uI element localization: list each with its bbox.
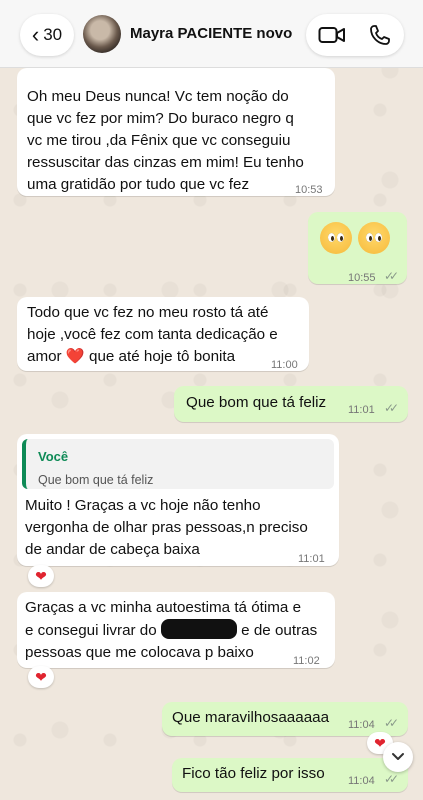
message-incoming[interactable]: Oh meu Deus nunca! Vc tem noção do que v… bbox=[17, 68, 335, 196]
message-fragment: e consegui livrar do bbox=[25, 622, 157, 639]
message-outgoing[interactable]: 10:55 ✓✓ bbox=[308, 212, 407, 284]
message-outgoing[interactable]: Fico tão feliz por isso 11:04 ✓✓ bbox=[172, 758, 408, 792]
message-time: 11:01 bbox=[348, 404, 375, 416]
message-time: 11:04 bbox=[348, 775, 375, 787]
message-line: Graças a vc minha autoestima tá ótima e bbox=[25, 599, 302, 616]
message-incoming[interactable]: Graças a vc minha autoestima tá ótima e … bbox=[17, 592, 335, 668]
chevron-down-icon bbox=[392, 753, 404, 760]
message-line: Oh meu Deus nunca! Vc tem noção do bbox=[27, 88, 289, 105]
message-time: 10:53 bbox=[295, 184, 323, 196]
pleading-face-tear-icon bbox=[358, 222, 390, 254]
message-line: vc me tirou ,da Fênix que vc conseguiu bbox=[27, 132, 291, 149]
read-receipt-icon: ✓✓ bbox=[384, 401, 399, 415]
avatar[interactable] bbox=[83, 15, 121, 53]
message-line: ressuscitar das cinzas em mim! Eu tenho bbox=[27, 154, 304, 171]
quote-author: Você bbox=[38, 449, 69, 464]
heart-reaction[interactable]: ❤ bbox=[28, 666, 54, 688]
message-line: Muito ! Graças a vc hoje não tenho bbox=[25, 497, 261, 514]
message-outgoing[interactable]: Que maravilhosaaaaaa 11:04 ✓✓ bbox=[162, 702, 408, 736]
heart-reaction[interactable]: ❤ bbox=[28, 565, 54, 587]
redacted-block bbox=[160, 619, 237, 639]
back-button[interactable]: ‹ 30 bbox=[20, 14, 74, 56]
message-line: que vc fez por mim? Do buraco negro q bbox=[27, 110, 294, 127]
message-fragment: amor bbox=[27, 348, 62, 365]
message-line: pessoas que me colocava p baixo bbox=[25, 644, 254, 661]
call-actions bbox=[306, 14, 404, 56]
message-line: amor ❤️ que até hoje tô bonita bbox=[27, 346, 278, 368]
quoted-message[interactable]: Você Que bom que tá feliz bbox=[22, 439, 334, 489]
message-line: e consegui livrar do e de outras bbox=[25, 619, 317, 642]
message-time: 10:55 bbox=[348, 272, 376, 284]
contact-name[interactable]: Mayra PACIENTE novo bbox=[130, 25, 292, 42]
message-line: Todo que vc fez no meu rosto tá até bbox=[27, 304, 269, 321]
phone-call-icon[interactable] bbox=[368, 23, 392, 47]
video-call-icon[interactable] bbox=[318, 23, 346, 47]
message-incoming[interactable]: Todo que vc fez no meu rosto tá até hoje… bbox=[17, 297, 309, 371]
message-text: Que bom que tá feliz bbox=[186, 394, 327, 411]
message-fragment: que até hoje tô bonita bbox=[89, 348, 236, 365]
chat-header: ‹ 30 Mayra PACIENTE novo bbox=[0, 0, 423, 68]
message-time: 11:00 bbox=[271, 359, 298, 371]
message-text: Todo que vc fez no meu rosto tá até hoje… bbox=[27, 302, 278, 368]
chevron-left-icon: ‹ bbox=[31, 22, 40, 47]
scroll-to-bottom-button[interactable] bbox=[383, 742, 413, 772]
read-receipt-icon: ✓✓ bbox=[384, 269, 399, 283]
quote-text: Que bom que tá feliz bbox=[38, 473, 154, 487]
message-text: Graças a vc minha autoestima tá ótima e … bbox=[25, 597, 317, 664]
message-incoming[interactable]: Você Que bom que tá feliz Muito ! Graças… bbox=[17, 434, 339, 566]
message-line: hoje ,você fez com tanta dedicação e bbox=[27, 326, 278, 343]
message-text: Muito ! Graças a vc hoje não tenho vergo… bbox=[25, 495, 308, 561]
message-line: uma gratidão por tudo que vc fez bbox=[27, 176, 250, 193]
message-line: vergonha de olhar pras pessoas,n preciso bbox=[25, 519, 308, 536]
message-text: Que maravilhosaaaaaa bbox=[172, 709, 330, 726]
message-time: 11:02 bbox=[293, 655, 320, 667]
emoji-row bbox=[320, 222, 396, 254]
unread-count: 30 bbox=[43, 25, 63, 44]
read-receipt-icon: ✓✓ bbox=[384, 716, 399, 730]
message-time: 11:01 bbox=[298, 553, 325, 565]
message-line: de andar de cabeça baixa bbox=[25, 541, 200, 558]
pleading-face-icon bbox=[320, 222, 352, 254]
message-outgoing[interactable]: Que bom que tá feliz 11:01 ✓✓ bbox=[174, 386, 408, 422]
message-text: Oh meu Deus nunca! Vc tem noção do que v… bbox=[27, 86, 304, 196]
message-time: 11:04 bbox=[348, 719, 375, 731]
message-fragment: e de outras bbox=[241, 622, 318, 639]
heart-emoji-icon: ❤️ bbox=[65, 348, 85, 365]
message-text: Fico tão feliz por isso bbox=[182, 765, 325, 782]
